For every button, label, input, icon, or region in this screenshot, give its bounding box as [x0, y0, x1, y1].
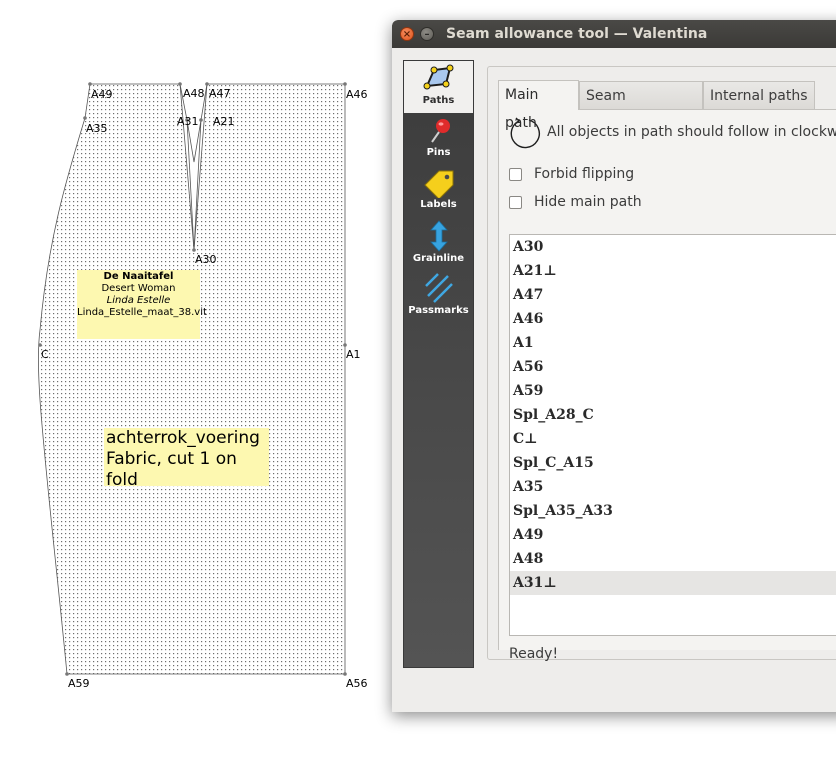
point-label-a59: A59: [68, 677, 90, 690]
sidebar-item-paths[interactable]: Paths: [404, 61, 473, 113]
list-item[interactable]: A56: [510, 355, 836, 379]
sidebar-item-pins[interactable]: Pins: [404, 113, 473, 165]
sidebar-item-label: Passmarks: [408, 305, 469, 316]
window-title: Seam allowance tool — Valentina: [446, 26, 708, 42]
designer-name: Linda Estelle: [106, 295, 171, 306]
label-tag-icon: [423, 170, 453, 198]
list-item[interactable]: A47: [510, 283, 836, 307]
status-text: Ready!: [509, 646, 559, 662]
point-label-a47: A47: [209, 87, 231, 100]
measurements-file: Linda_Estelle_maat_38.vit: [77, 307, 207, 318]
tab-seam-allowance[interactable]: Seam allowance: [579, 81, 703, 132]
piece-name: achterrok_voering: [106, 428, 260, 448]
list-item[interactable]: A30: [510, 235, 836, 259]
checkbox-box[interactable]: [509, 168, 522, 181]
list-item[interactable]: A35: [510, 475, 836, 499]
list-item-selected[interactable]: A31⊥: [510, 571, 836, 595]
list-item[interactable]: A46: [510, 307, 836, 331]
tab-internal-paths[interactable]: Internal paths: [703, 81, 815, 109]
list-item[interactable]: Spl_C_A15: [510, 451, 836, 475]
direction-hint-text: All objects in path should follow in clo…: [547, 124, 836, 140]
checkbox-box[interactable]: [509, 196, 522, 209]
sidebar-item-passmarks[interactable]: Passmarks: [404, 269, 473, 321]
list-item[interactable]: A48: [510, 547, 836, 571]
point-label-c: C: [41, 348, 49, 361]
point-label-a30: A30: [195, 253, 217, 266]
point-label-a21: A21: [213, 115, 235, 128]
tab-main-path[interactable]: Main path: [498, 80, 579, 131]
list-item[interactable]: Spl_A28_C: [510, 403, 836, 427]
pattern-info-label[interactable]: De Naaitafel Desert Woman Linda Estelle …: [77, 270, 207, 339]
list-item[interactable]: Spl_A35_A33: [510, 499, 836, 523]
piece-instructions: Fabric, cut 1 on fold: [106, 449, 237, 490]
company-name: De Naaitafel: [103, 271, 174, 282]
list-item[interactable]: A59: [510, 379, 836, 403]
sidebar-item-label: Grainline: [412, 253, 465, 264]
minimize-window-button[interactable]: –: [420, 27, 434, 41]
pattern-canvas[interactable]: A49 A48 A47 A46 A35 A31 A21 A30 C A1 A59…: [0, 0, 400, 767]
options-sidebar: Paths Pins Labels Grainline Passmarks: [403, 60, 474, 668]
window-titlebar[interactable]: × – Seam allowance tool — Valentina: [392, 20, 836, 48]
sidebar-item-labels[interactable]: Labels: [404, 165, 473, 217]
pin-icon: [430, 119, 450, 143]
sidebar-item-label: Paths: [422, 95, 455, 106]
passmarks-icon: [424, 273, 453, 303]
point-label-a56: A56: [346, 677, 368, 690]
list-item[interactable]: C⊥: [510, 427, 836, 451]
sidebar-item-label: Labels: [420, 199, 457, 210]
main-path-tab-content: All objects in path should follow in clo…: [498, 109, 836, 662]
point-label-a35: A35: [86, 122, 108, 135]
point-label-a31: A31: [177, 115, 199, 128]
hide-main-path-label: Hide main path: [534, 194, 642, 210]
point-label-a46: A46: [346, 88, 368, 101]
main-path-list[interactable]: A30 A21⊥ A47 A46 A1 A56 A59 Spl_A28_C C⊥…: [509, 234, 836, 636]
list-item[interactable]: A21⊥: [510, 259, 836, 283]
close-window-button[interactable]: ×: [400, 27, 414, 41]
paths-icon: [423, 64, 453, 90]
point-label-a1: A1: [346, 348, 361, 361]
list-item[interactable]: A1: [510, 331, 836, 355]
point-label-a49: A49: [91, 88, 113, 101]
pattern-piece-drawing: [38, 82, 347, 676]
pattern-name: Desert Woman: [101, 283, 176, 294]
pattern-piece-outline: [38, 83, 346, 675]
paths-panel: Main path Seam allowance Internal paths …: [487, 66, 836, 662]
piece-label[interactable]: achterrok_voering Fabric, cut 1 on fold: [104, 428, 269, 490]
point-label-a48: A48: [183, 87, 205, 100]
seam-allowance-dialog: × – Seam allowance tool — Valentina Path…: [392, 20, 836, 712]
grainline-arrow-icon: [429, 220, 448, 252]
sidebar-item-label: Pins: [426, 147, 451, 158]
sidebar-item-grainline[interactable]: Grainline: [404, 217, 473, 269]
forbid-flipping-label: Forbid flipping: [534, 166, 635, 182]
list-item[interactable]: A49: [510, 523, 836, 547]
